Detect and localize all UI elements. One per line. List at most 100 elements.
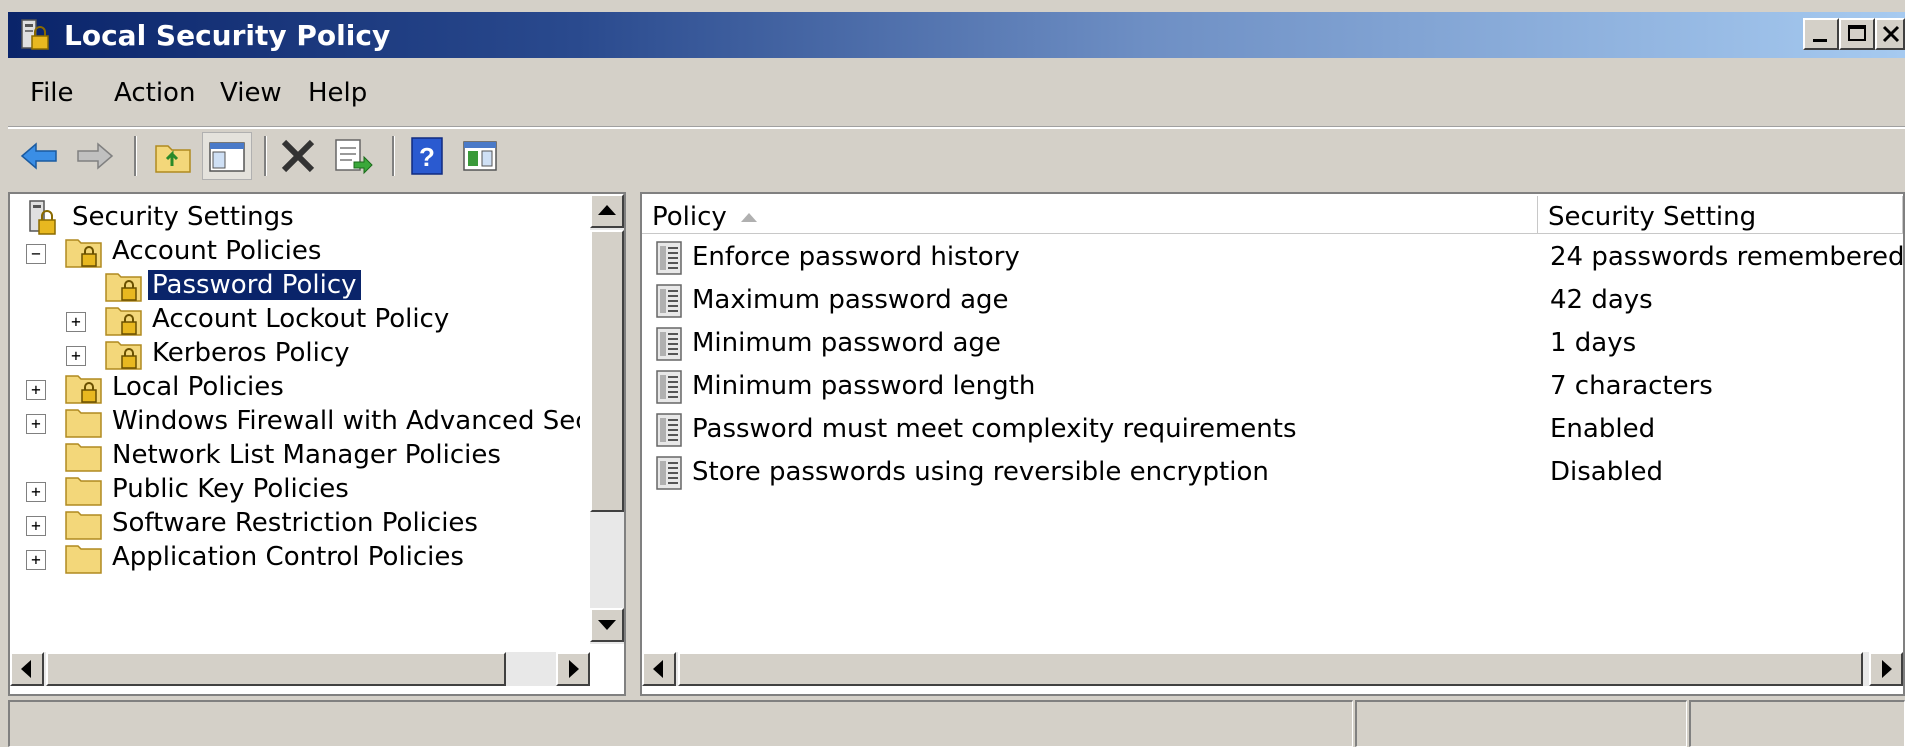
expand-toggle[interactable]: + bbox=[66, 312, 86, 332]
scroll-right-button[interactable] bbox=[556, 652, 590, 686]
help-icon[interactable]: ? bbox=[406, 134, 450, 178]
title-bar[interactable]: Local Security Policy bbox=[8, 12, 1905, 58]
list-item[interactable]: Store passwords using reversible encrypt… bbox=[642, 451, 1903, 494]
toolbar-separator bbox=[134, 136, 137, 176]
arrow-left-icon bbox=[21, 660, 31, 678]
menu-view[interactable]: View bbox=[220, 78, 282, 108]
tree-item-windows-firewall[interactable]: + Windows Firewall with Advanced Secu bbox=[10, 404, 580, 442]
expand-toggle[interactable]: + bbox=[66, 346, 86, 366]
maximize-button[interactable] bbox=[1839, 18, 1875, 50]
locked-folder-icon bbox=[65, 239, 102, 268]
security-setting-value: Enabled bbox=[1550, 414, 1656, 444]
scroll-left-button[interactable] bbox=[10, 652, 44, 686]
tree-item-label: Account Policies bbox=[112, 236, 322, 266]
policy-setting-icon bbox=[656, 413, 682, 447]
show-hide-tree-button[interactable] bbox=[202, 132, 252, 180]
expand-toggle[interactable]: + bbox=[26, 516, 46, 536]
tree-item-kerberos-policy[interactable]: + Kerberos Policy bbox=[10, 336, 580, 374]
tree-item-label: Account Lockout Policy bbox=[152, 304, 450, 334]
column-header-security-setting[interactable]: Security Setting bbox=[1538, 196, 1903, 234]
menu-action[interactable]: Action bbox=[114, 78, 195, 108]
menu-help[interactable]: Help bbox=[308, 78, 367, 108]
tree-item-account-lockout-policy[interactable]: + Account Lockout Policy bbox=[10, 302, 580, 340]
menu-file[interactable]: File bbox=[30, 78, 74, 108]
close-icon bbox=[1882, 25, 1900, 43]
tree-item-label: Kerberos Policy bbox=[152, 338, 350, 368]
tree-item-label: Windows Firewall with Advanced Secu bbox=[112, 406, 580, 436]
scroll-thumb[interactable] bbox=[46, 652, 506, 686]
scroll-thumb[interactable] bbox=[678, 652, 1863, 686]
list-item[interactable]: Password must meet complexity requiremen… bbox=[642, 408, 1903, 451]
policy-setting-icon bbox=[656, 370, 682, 404]
minimize-button[interactable] bbox=[1803, 18, 1839, 50]
list-item[interactable]: Minimum password age 1 days bbox=[642, 322, 1903, 365]
scroll-thumb[interactable] bbox=[590, 230, 624, 512]
security-setting-value: 24 passwords remembered bbox=[1550, 242, 1905, 272]
folder-icon bbox=[65, 409, 102, 438]
forward-icon[interactable] bbox=[72, 134, 116, 178]
tree-horizontal-scrollbar[interactable] bbox=[10, 652, 590, 686]
folder-icon bbox=[65, 545, 102, 574]
console-tree-pane: Security Settings − Account Policies Pas… bbox=[8, 192, 626, 696]
status-bar bbox=[8, 700, 1905, 747]
security-setting-value: 7 characters bbox=[1550, 371, 1713, 401]
collapse-toggle[interactable]: − bbox=[26, 244, 46, 264]
security-setting-value: 1 days bbox=[1550, 328, 1637, 358]
maximize-icon bbox=[1848, 25, 1866, 41]
arrow-right-icon bbox=[1882, 660, 1892, 678]
tree-item-application-control[interactable]: + Application Control Policies bbox=[10, 540, 580, 578]
policy-name: Store passwords using reversible encrypt… bbox=[692, 457, 1269, 487]
tree-item-label: Security Settings bbox=[72, 202, 294, 232]
tree-item-software-restriction[interactable]: + Software Restriction Policies bbox=[10, 506, 580, 544]
tree-vertical-scrollbar[interactable] bbox=[590, 194, 624, 644]
policy-setting-icon bbox=[656, 456, 682, 490]
policy-setting-icon bbox=[656, 327, 682, 361]
expand-toggle[interactable]: + bbox=[26, 550, 46, 570]
locked-folder-icon bbox=[105, 273, 142, 302]
arrow-down-icon bbox=[598, 620, 616, 630]
close-button[interactable] bbox=[1875, 18, 1905, 50]
scroll-left-button[interactable] bbox=[642, 652, 676, 686]
policy-setting-icon bbox=[656, 241, 682, 275]
policy-name: Minimum password age bbox=[692, 328, 1001, 358]
tree-item-security-settings[interactable]: Security Settings bbox=[10, 200, 580, 238]
details-horizontal-scrollbar[interactable] bbox=[642, 652, 1903, 686]
expand-toggle[interactable]: + bbox=[26, 482, 46, 502]
details-pane: Policy Security Setting Enforce password… bbox=[640, 192, 1905, 696]
expand-toggle[interactable]: + bbox=[26, 414, 46, 434]
scroll-right-button[interactable] bbox=[1869, 652, 1903, 686]
tree-item-public-key-policies[interactable]: + Public Key Policies bbox=[10, 472, 580, 510]
policy-name: Maximum password age bbox=[692, 285, 1009, 315]
tree-item-account-policies[interactable]: − Account Policies bbox=[10, 234, 580, 272]
svg-text:?: ? bbox=[419, 142, 435, 172]
arrow-up-icon bbox=[598, 205, 616, 215]
back-icon[interactable] bbox=[18, 134, 62, 178]
scroll-down-button[interactable] bbox=[590, 608, 624, 642]
security-setting-value: 42 days bbox=[1550, 285, 1653, 315]
toolbar: ? bbox=[8, 130, 1905, 182]
folder-icon bbox=[65, 477, 102, 506]
action-pane-icon[interactable] bbox=[458, 134, 502, 178]
delete-icon[interactable] bbox=[276, 134, 320, 178]
folder-icon bbox=[65, 443, 102, 472]
policy-name: Enforce password history bbox=[692, 242, 1020, 272]
policy-name: Minimum password length bbox=[692, 371, 1036, 401]
toolbar-separator bbox=[264, 136, 267, 176]
export-list-icon[interactable] bbox=[330, 134, 374, 178]
tree-item-network-list-manager[interactable]: Network List Manager Policies bbox=[10, 438, 580, 476]
column-header-policy[interactable]: Policy bbox=[642, 196, 1538, 234]
show-hide-tree-icon bbox=[209, 142, 245, 172]
list-item[interactable]: Enforce password history 24 passwords re… bbox=[642, 236, 1905, 279]
arrow-left-icon bbox=[653, 660, 663, 678]
tree-item-password-policy[interactable]: Password Policy bbox=[10, 268, 580, 306]
list-item[interactable]: Maximum password age 42 days bbox=[642, 279, 1903, 322]
tree-item-local-policies[interactable]: + Local Policies bbox=[10, 370, 580, 408]
scroll-up-button[interactable] bbox=[590, 194, 624, 228]
security-setting-value: Disabled bbox=[1550, 457, 1663, 487]
expand-toggle[interactable]: + bbox=[26, 380, 46, 400]
pane-splitter[interactable] bbox=[626, 192, 640, 696]
up-folder-icon[interactable] bbox=[152, 134, 196, 178]
minimize-icon bbox=[1813, 39, 1827, 42]
security-policy-app-icon bbox=[21, 19, 49, 50]
list-item[interactable]: Minimum password length 7 characters bbox=[642, 365, 1903, 408]
